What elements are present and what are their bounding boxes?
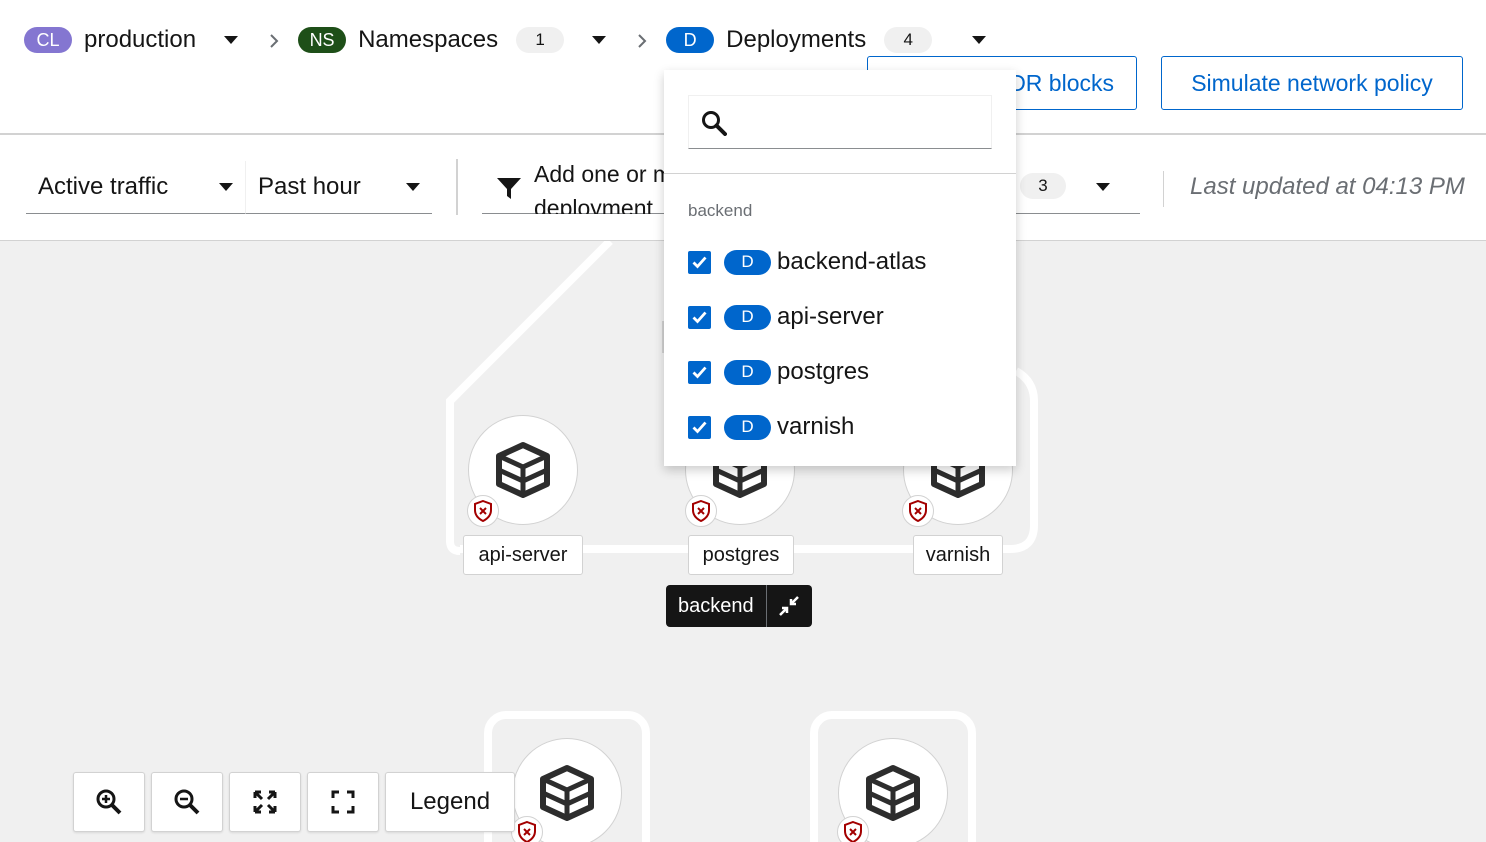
menu-item-label: postgres — [777, 358, 870, 385]
legend-button[interactable]: Legend — [385, 772, 515, 832]
zoom-controls: Legend — [73, 772, 515, 832]
shield-x-icon — [902, 495, 934, 527]
namespace-badge: NS — [298, 27, 347, 53]
shield-x-icon — [467, 495, 499, 527]
time-window-value: Past hour — [258, 173, 361, 200]
caret-down-icon — [219, 183, 233, 191]
toolbar-divider — [456, 159, 458, 215]
chevron-right-icon — [636, 34, 648, 48]
deployment-search-input[interactable] — [739, 104, 979, 140]
deployment-badge: D — [724, 304, 771, 330]
fit-to-screen-button[interactable] — [229, 772, 301, 832]
checkmark-icon — [692, 366, 707, 379]
toolbar-divider — [1163, 171, 1164, 207]
checkbox-checked[interactable] — [688, 415, 711, 439]
deployment-badge: D — [724, 414, 771, 440]
deployment-cube-icon — [866, 765, 920, 821]
deployment-badge: D — [666, 27, 715, 53]
deployments-caret-down-icon[interactable] — [972, 36, 987, 44]
breadcrumb: CL production NS Namespaces 1 D Deployme… — [24, 22, 987, 58]
caret-down-icon[interactable] — [1096, 183, 1110, 191]
node-label[interactable]: varnish — [913, 535, 1003, 575]
shield-x-icon — [511, 816, 543, 842]
node-label[interactable]: postgres — [688, 535, 794, 575]
zoom-in-button[interactable] — [73, 772, 145, 832]
deployments-count-badge: 4 — [884, 27, 933, 53]
node-label[interactable]: api-server — [463, 535, 583, 575]
menu-item-label: api-server — [777, 303, 884, 330]
filter-count-badge: 3 — [1020, 173, 1066, 199]
traffic-type-select[interactable]: Active traffic — [26, 161, 246, 214]
last-updated-text: Last updated at 04:13 PM — [1190, 173, 1465, 200]
search-icon — [701, 110, 727, 136]
menu-group-title: backend — [688, 201, 753, 220]
chevron-right-icon — [268, 34, 280, 48]
collapse-icon[interactable] — [765, 585, 812, 627]
menu-divider — [664, 173, 1016, 174]
group-label-text: backend — [678, 594, 754, 617]
caret-down-icon — [406, 183, 420, 191]
shield-x-icon — [837, 816, 869, 842]
simulate-network-policy-button[interactable]: Simulate network policy — [1161, 56, 1463, 110]
deployment-badge: D — [724, 249, 771, 275]
time-window-select[interactable]: Past hour — [246, 161, 432, 214]
zoom-in-icon — [96, 789, 122, 815]
traffic-type-value: Active traffic — [38, 173, 169, 200]
checkbox-checked[interactable] — [688, 360, 711, 384]
checkmark-icon — [692, 421, 707, 434]
zoom-out-icon — [174, 789, 200, 815]
menu-item-varnish[interactable]: D varnish — [688, 407, 854, 447]
menu-item-backend-atlas[interactable]: D backend-atlas — [688, 242, 926, 282]
deployments-dropdown-menu: backend D backend-atlas D api-server D p… — [664, 70, 1016, 466]
filter-icon — [496, 175, 522, 201]
menu-item-api-server[interactable]: D api-server — [688, 297, 884, 337]
menu-item-postgres[interactable]: D postgres — [688, 352, 869, 392]
deployment-cube-icon — [540, 765, 594, 821]
group-label-backend[interactable]: backend — [666, 585, 812, 627]
checkbox-checked[interactable] — [688, 250, 711, 274]
deployments-label[interactable]: Deployments — [726, 26, 866, 54]
fit-icon — [253, 790, 277, 814]
shield-x-icon — [685, 495, 717, 527]
cluster-label[interactable]: production — [84, 26, 196, 54]
reset-icon — [331, 790, 355, 814]
deployment-cube-icon — [496, 442, 550, 498]
checkbox-checked[interactable] — [688, 305, 711, 329]
reset-view-button[interactable] — [307, 772, 379, 832]
deployment-search[interactable] — [688, 95, 992, 149]
namespaces-label[interactable]: Namespaces — [358, 26, 498, 54]
deployment-badge: D — [724, 359, 771, 385]
cluster-badge: CL — [24, 27, 72, 53]
checkmark-icon — [692, 256, 707, 269]
cluster-caret-down-icon[interactable] — [224, 36, 239, 44]
zoom-out-button[interactable] — [151, 772, 223, 832]
menu-item-label: backend-atlas — [777, 248, 927, 275]
namespaces-caret-down-icon[interactable] — [592, 36, 607, 44]
checkmark-icon — [692, 311, 707, 324]
namespaces-count-badge: 1 — [516, 27, 565, 53]
menu-item-label: varnish — [777, 413, 855, 440]
